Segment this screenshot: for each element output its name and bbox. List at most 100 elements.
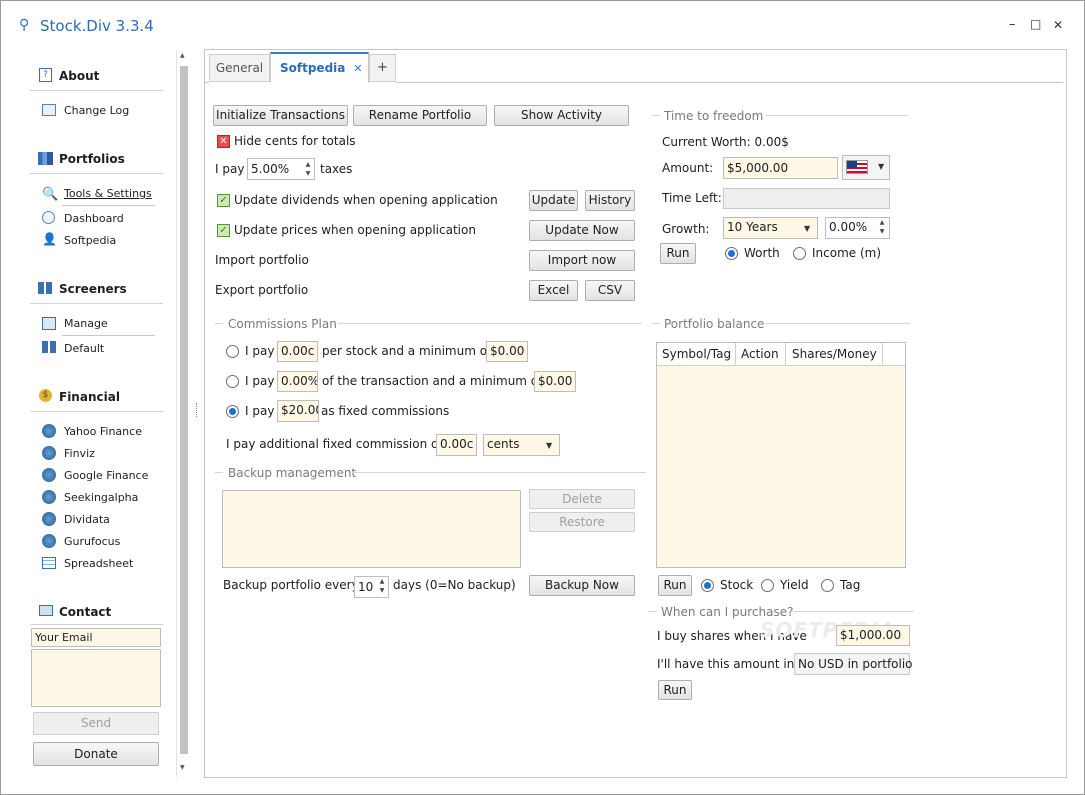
commission-fixed-radio[interactable] xyxy=(226,405,239,418)
when-purchase-title: When can I purchase? xyxy=(661,605,794,619)
update-now-button[interactable]: Update Now xyxy=(529,220,635,241)
amount-input[interactable]: $5,000.00 xyxy=(723,157,838,179)
per-stock-text: per stock and a minimum of xyxy=(322,344,492,358)
backup-management-title: Backup management xyxy=(228,466,357,480)
globe-icon xyxy=(42,468,56,482)
initialize-transactions-button[interactable]: Initialize Transactions xyxy=(213,105,348,126)
message-field[interactable] xyxy=(31,649,161,707)
splitter-handle[interactable] xyxy=(196,403,198,417)
rename-portfolio-button[interactable]: Rename Portfolio xyxy=(353,105,487,126)
sidebar-scrollbar[interactable]: ▲ ▼ xyxy=(176,50,190,777)
fixed-commission-input[interactable]: $20.00 xyxy=(277,400,319,422)
maximize-button[interactable]: □ xyxy=(1030,17,1041,31)
percent-min-input[interactable]: $0.00 xyxy=(534,371,576,392)
tab-general[interactable]: General xyxy=(209,54,270,82)
portfolio-balance-table[interactable]: Symbol/Tag Action Shares/Money xyxy=(656,342,906,568)
backup-now-button[interactable]: Backup Now xyxy=(529,575,635,596)
update-dividends-label: Update dividends when opening applicatio… xyxy=(234,193,498,207)
close-tab-icon[interactable]: ✕ xyxy=(353,62,362,75)
stock-radio[interactable] xyxy=(701,579,714,592)
update-prices-label: Update prices when opening application xyxy=(234,223,476,237)
minimize-button[interactable]: – xyxy=(1009,17,1016,32)
hide-cents-label: Hide cents for totals xyxy=(234,134,356,148)
scroll-thumb[interactable] xyxy=(180,66,188,754)
current-worth-label: Current Worth: 0.00$ xyxy=(662,135,789,149)
yield-radio[interactable] xyxy=(761,579,774,592)
tab-softpedia[interactable]: Softpedia ✕ xyxy=(270,52,369,83)
sidebar-item-dividata[interactable]: Dividata xyxy=(64,513,110,526)
sidebar-item-tools-settings[interactable]: Tools & Settings xyxy=(64,187,152,200)
excel-button[interactable]: Excel xyxy=(529,280,578,301)
globe-icon xyxy=(42,534,56,548)
backup-days-up[interactable]: ▲ xyxy=(376,578,388,586)
csv-button[interactable]: CSV xyxy=(585,280,635,301)
buy-amount-input[interactable]: $1,000.00 xyxy=(836,625,910,646)
spreadsheet-icon xyxy=(42,557,56,569)
worth-radio[interactable] xyxy=(725,247,738,260)
chevron-down-icon[interactable]: ▼ xyxy=(804,224,810,233)
backup-list[interactable] xyxy=(222,490,521,568)
commission-percent-radio[interactable] xyxy=(226,375,239,388)
freedom-run-button[interactable]: Run xyxy=(660,243,696,264)
growth-spinner-down[interactable]: ▼ xyxy=(876,228,888,236)
commission-unit-value: cents xyxy=(487,437,520,451)
growth-spinner-up[interactable]: ▲ xyxy=(876,219,888,227)
currency-select[interactable]: ▼ xyxy=(842,155,890,180)
per-stock-input[interactable]: 0.00c xyxy=(277,341,318,362)
sidebar-item-softpedia[interactable]: Softpedia xyxy=(64,234,116,247)
sidebar-item-finviz[interactable]: Finviz xyxy=(64,447,95,460)
percent-input[interactable]: 0.00% xyxy=(277,371,318,392)
income-radio[interactable] xyxy=(793,247,806,260)
chevron-down-icon[interactable]: ▼ xyxy=(546,441,552,450)
time-to-freedom-title: Time to freedom xyxy=(664,109,764,123)
scroll-up-icon[interactable]: ▲ xyxy=(180,52,185,59)
import-now-button[interactable]: Import now xyxy=(529,250,635,271)
window-title: Stock.Div 3.3.4 xyxy=(40,17,154,35)
sidebar-item-seekingalpha[interactable]: Seekingalpha xyxy=(64,491,138,504)
backup-days-down[interactable]: ▼ xyxy=(376,587,388,595)
portfolio-balance-title: Portfolio balance xyxy=(664,317,765,331)
ipay-label-1: I pay xyxy=(245,344,275,358)
donate-button[interactable]: Donate xyxy=(33,742,159,766)
history-button[interactable]: History xyxy=(585,190,635,211)
show-activity-button[interactable]: Show Activity xyxy=(494,105,629,126)
sidebar-header-about: About xyxy=(59,69,100,83)
column-symbol-tag[interactable]: Symbol/Tag xyxy=(657,343,736,366)
sidebar-item-dashboard[interactable]: Dashboard xyxy=(64,212,124,225)
screeners-icon xyxy=(38,282,53,294)
tax-spinner-down[interactable]: ▼ xyxy=(302,170,314,178)
update-prices-checkbox[interactable]: ✓ xyxy=(217,224,230,237)
scroll-down-icon[interactable]: ▼ xyxy=(180,764,185,771)
balance-run-button[interactable]: Run xyxy=(658,575,692,596)
sidebar-item-google-finance[interactable]: Google Finance xyxy=(64,469,148,482)
commission-per-stock-radio[interactable] xyxy=(226,345,239,358)
send-button[interactable]: Send xyxy=(33,712,159,735)
sidebar-item-default[interactable]: Default xyxy=(64,342,104,355)
income-label: Income (m) xyxy=(812,246,882,260)
tag-radio[interactable] xyxy=(821,579,834,592)
sidebar-item-gurufocus[interactable]: Gurufocus xyxy=(64,535,120,548)
sidebar-item-change-log[interactable]: Change Log xyxy=(64,104,129,117)
restore-backup-button[interactable]: Restore xyxy=(529,512,635,532)
update-dividends-checkbox[interactable]: ✓ xyxy=(217,194,230,207)
have-amount-label: I'll have this amount in xyxy=(657,657,795,671)
sidebar-item-yahoo-finance[interactable]: Yahoo Finance xyxy=(64,425,142,438)
purchase-run-button[interactable]: Run xyxy=(658,680,692,700)
sidebar-item-spreadsheet[interactable]: Spreadsheet xyxy=(64,557,133,570)
column-shares-money[interactable]: Shares/Money xyxy=(786,343,883,366)
sidebar-item-manage[interactable]: Manage xyxy=(64,317,108,330)
hide-cents-checkbox[interactable]: ✕ xyxy=(217,135,230,148)
add-tab-button[interactable]: + xyxy=(369,54,396,82)
additional-commission-input[interactable]: 0.00c xyxy=(436,434,477,456)
tax-spinner-up[interactable]: ▲ xyxy=(302,161,314,169)
tax-prefix-label: I pay xyxy=(215,162,245,176)
per-stock-min-input[interactable]: $0.00 xyxy=(486,341,528,362)
dashboard-icon xyxy=(42,211,55,224)
globe-icon xyxy=(42,490,56,504)
update-button[interactable]: Update xyxy=(529,190,578,211)
delete-backup-button[interactable]: Delete xyxy=(529,489,635,509)
email-field[interactable]: Your Email xyxy=(31,628,161,647)
table-header: Symbol/Tag Action Shares/Money xyxy=(657,343,905,366)
close-button[interactable]: ✕ xyxy=(1053,18,1063,32)
column-action[interactable]: Action xyxy=(736,343,786,366)
